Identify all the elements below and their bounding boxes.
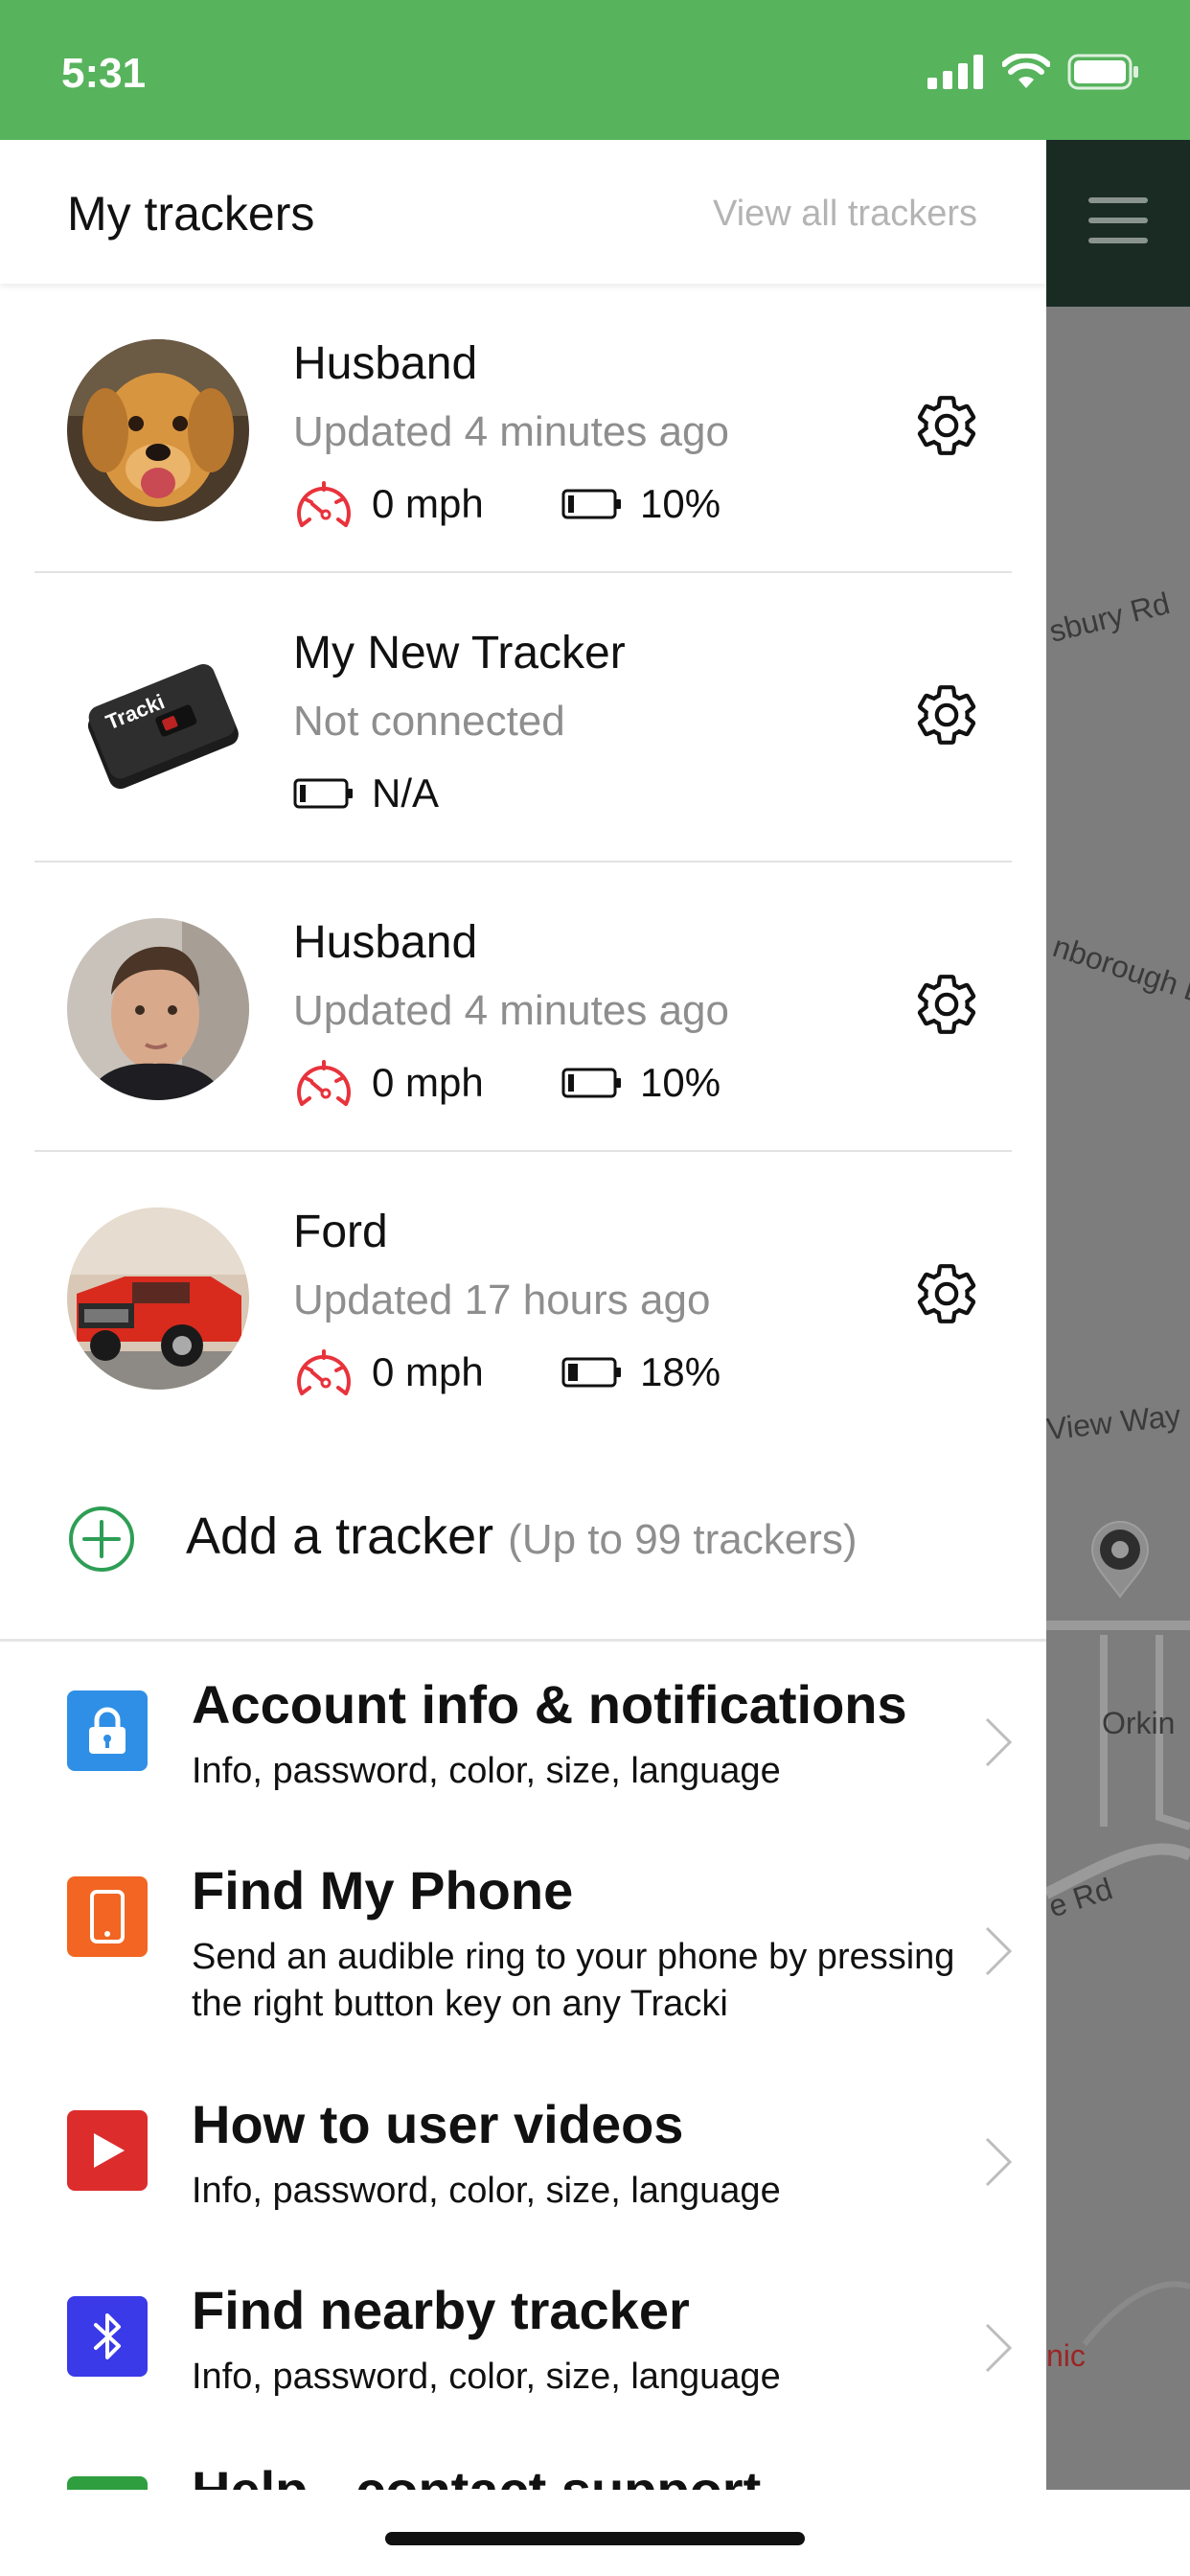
menu-item-subtitle: Info, password, color, size, language <box>192 2171 781 2211</box>
tracker-status: Updated 17 hours ago <box>293 1276 711 1323</box>
battery-value: 10% <box>640 481 721 526</box>
battery-icon <box>293 778 353 809</box>
tracker-battery: 10% <box>561 1060 721 1106</box>
divider <box>0 1639 1046 1642</box>
tracker-speed: 0 mph <box>293 477 561 531</box>
add-tracker-text: Add a tracker <box>186 1507 494 1565</box>
menu-item-title: Help - contact support <box>192 2459 761 2490</box>
tracker-speed: 0 mph <box>293 1056 561 1110</box>
cellular-signal-icon <box>927 55 983 89</box>
drawer-title: My trackers <box>67 187 315 241</box>
lock-icon <box>67 1690 148 1771</box>
map-place-label: Orkin <box>1102 1706 1176 1740</box>
menu-item-title: Find nearby tracker <box>192 2280 690 2340</box>
chevron-right-icon <box>985 1926 1013 1976</box>
tracker-meta: 0 mph 10% <box>293 473 721 535</box>
truck-avatar-image <box>67 1208 249 1390</box>
status-bar: 5:31 <box>0 0 1190 140</box>
phone-icon <box>67 1876 148 1957</box>
speedometer-icon <box>297 1349 351 1395</box>
tracker-row[interactable]: Tracki My New Tracker Not connected N/A <box>34 573 1012 862</box>
menu-item-title: Account info & notifications <box>192 1674 907 1735</box>
tracker-name: Husband <box>293 338 478 389</box>
chevron-right-icon <box>985 2137 1013 2187</box>
menu-item-title: Find My Phone <box>192 1860 574 1920</box>
battery-status-icon <box>1067 54 1138 90</box>
trackers-drawer: My trackers View all trackers Husband Up… <box>0 140 1046 2490</box>
tracker-avatar <box>67 339 249 521</box>
menu-item-subtitle: Info, password, color, size, language <box>192 1751 781 1791</box>
map-roads <box>1046 1621 1190 2346</box>
battery-icon <box>561 1068 621 1098</box>
home-indicator[interactable] <box>385 2532 805 2545</box>
tracker-name: Husband <box>293 917 478 968</box>
status-time: 5:31 <box>61 50 147 97</box>
add-tracker-note: (Up to 99 trackers) <box>508 1516 858 1563</box>
battery-value: 18% <box>640 1349 721 1394</box>
chevron-right-icon <box>985 2323 1013 2373</box>
speed-value: 0 mph <box>372 481 484 526</box>
tracker-avatar <box>67 918 249 1100</box>
menu-item-find-my-phone[interactable]: Find My Phone Send an audible ring to yo… <box>0 1859 1046 2070</box>
tracker-avatar <box>67 1208 249 1390</box>
menu-item-subtitle: Info, password, color, size, language <box>192 2357 781 2397</box>
chevron-right-icon <box>985 1717 1013 1767</box>
gear-icon[interactable] <box>912 680 981 749</box>
menu-item-title: How to user videos <box>192 2094 684 2154</box>
menu-item-help-support[interactable]: Help - contact support <box>0 2460 1046 2490</box>
tracker-name: Ford <box>293 1207 388 1257</box>
map-view[interactable]: sbury Rd nborough D View Way Orkin e Rd … <box>1046 140 1190 2490</box>
tracker-row[interactable]: Husband Updated 4 minutes ago 0 mph 10% <box>34 284 1012 573</box>
gear-icon[interactable] <box>912 391 981 460</box>
menu-item-subtitle: Send an audible ring to your phone by pr… <box>192 1937 955 2024</box>
tracker-status: Updated 4 minutes ago <box>293 408 729 455</box>
dog-avatar-image <box>67 339 249 521</box>
speed-value: 0 mph <box>372 1060 484 1105</box>
speedometer-icon <box>297 1060 351 1106</box>
add-circle-icon <box>69 1506 134 1572</box>
add-tracker-label: Add a tracker (Up to 99 trackers) <box>186 1506 858 1566</box>
tracker-meta: 0 mph 18% <box>293 1342 721 1403</box>
wifi-icon <box>1002 54 1050 88</box>
map-place-label: nic <box>1046 2338 1086 2373</box>
battery-icon <box>561 489 621 519</box>
tracker-speed: 0 mph <box>293 1346 561 1399</box>
menu-item-how-to-videos[interactable]: How to user videos Info, password, color… <box>0 2093 1046 2266</box>
bluetooth-icon <box>67 2296 148 2377</box>
help-icon <box>67 2476 148 2490</box>
battery-icon <box>561 1357 621 1388</box>
man-avatar-image <box>67 918 249 1100</box>
speed-value: 0 mph <box>372 1349 484 1394</box>
tracker-meta: 0 mph 10% <box>293 1052 721 1114</box>
view-all-trackers-link[interactable]: View all trackers <box>713 194 977 235</box>
battery-value: N/A <box>372 770 440 816</box>
tracker-row[interactable]: Husband Updated 4 minutes ago 0 mph 10% <box>34 862 1012 1152</box>
tracker-status: Updated 4 minutes ago <box>293 987 729 1034</box>
tracker-avatar: Tracki <box>67 629 249 811</box>
tracker-meta: N/A <box>293 763 439 824</box>
tracker-status: Not connected <box>293 698 565 745</box>
menu-item-account-info[interactable]: Account info & notifications Info, passw… <box>0 1673 1046 1846</box>
status-icons <box>927 54 1140 90</box>
gear-icon[interactable] <box>912 970 981 1039</box>
tracker-battery: 18% <box>561 1349 721 1395</box>
play-icon <box>67 2110 148 2191</box>
tracker-row[interactable]: Ford Updated 17 hours ago 0 mph 18% <box>34 1152 1012 1441</box>
tracker-battery: N/A <box>293 770 439 816</box>
add-tracker-button[interactable]: Add a tracker (Up to 99 trackers) <box>0 1459 1046 1602</box>
tracker-device-image: Tracki <box>87 663 239 790</box>
tracker-name: My New Tracker <box>293 628 626 678</box>
battery-value: 10% <box>640 1060 721 1105</box>
tracker-battery: 10% <box>561 481 721 527</box>
drawer-header: My trackers View all trackers <box>0 140 1046 284</box>
gear-icon[interactable] <box>912 1259 981 1328</box>
speedometer-icon <box>297 481 351 527</box>
map-location-pin-icon[interactable] <box>1088 1518 1152 1598</box>
menu-item-find-nearby-tracker[interactable]: Find nearby tracker Info, password, colo… <box>0 2279 1046 2451</box>
